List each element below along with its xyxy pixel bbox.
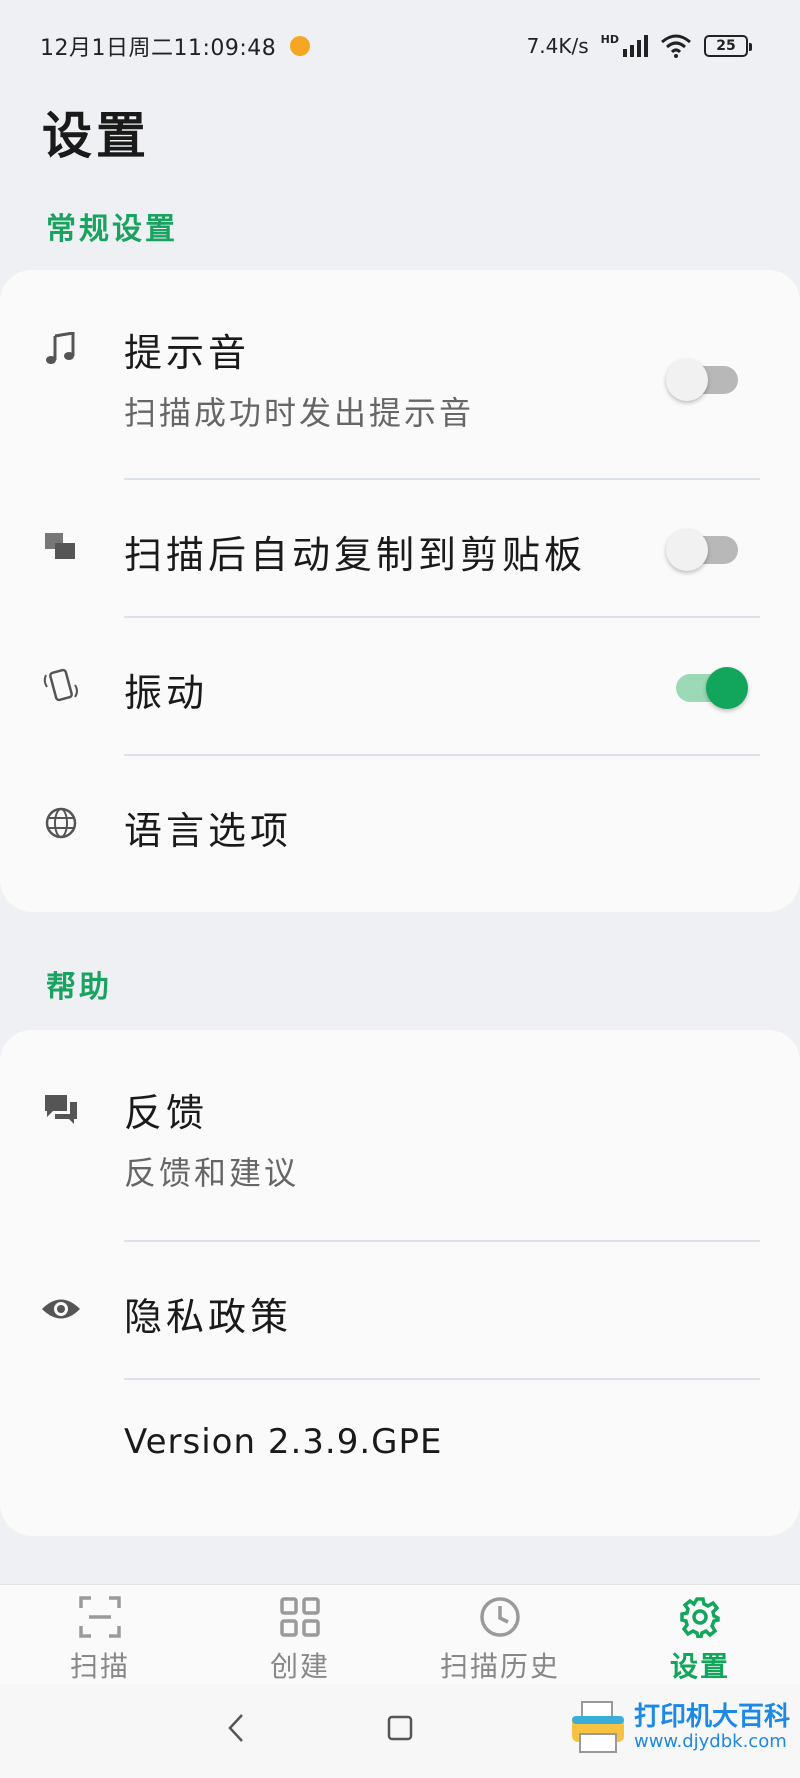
status-right: 7.4K/s HD 25 <box>526 32 752 58</box>
back-icon[interactable] <box>226 1712 246 1748</box>
setting-title-language: 语言选项 <box>124 809 293 853</box>
divider <box>124 1378 760 1380</box>
nav-label-settings: 设置 <box>669 1650 730 1683</box>
setting-row-privacy[interactable]: 隐私政策 <box>0 1242 800 1378</box>
nav-label-scan: 扫描 <box>69 1650 130 1683</box>
copy-icon <box>40 526 82 568</box>
scan-icon <box>79 1595 121 1639</box>
section-label-general: 常规设置 <box>46 212 178 247</box>
watermark-url: www.djydbk.com <box>633 1731 787 1753</box>
music-note-icon <box>40 328 82 370</box>
setting-subtitle-feedback: 反馈和建议 <box>124 1154 300 1192</box>
vibration-icon <box>40 664 82 706</box>
setting-row-language[interactable]: 语言选项 <box>0 756 800 892</box>
nav-item-scan[interactable]: 扫描 <box>0 1595 200 1685</box>
setting-title-auto-copy: 扫描后自动复制到剪贴板 <box>124 533 587 577</box>
globe-icon <box>40 802 82 844</box>
gear-icon <box>679 1595 721 1639</box>
battery-icon: 25 <box>704 35 752 57</box>
hd-badge: HD <box>600 32 619 46</box>
watermark: 打印机大百科 www.djydbk.com <box>568 1700 790 1756</box>
setting-title-privacy: 隐私政策 <box>124 1295 293 1339</box>
setting-row-feedback[interactable]: 反馈 反馈和建议 <box>0 1030 800 1240</box>
help-card: 反馈 反馈和建议 隐私政策 Version 2.3.9.GPE <box>0 1030 800 1536</box>
setting-row-vibration[interactable]: 振动 <box>0 618 800 754</box>
nav-item-settings[interactable]: 设置 <box>600 1595 800 1685</box>
page-title: 设置 <box>42 107 150 165</box>
nav-label-history: 扫描历史 <box>439 1650 560 1683</box>
setting-title-sound: 提示音 <box>124 331 251 375</box>
printer-logo-icon <box>571 1701 624 1753</box>
bottom-nav: 扫描 创建 扫描历史 设置 <box>0 1584 800 1684</box>
setting-title-vibration: 振动 <box>124 671 209 715</box>
nav-item-history[interactable]: 扫描历史 <box>400 1595 600 1685</box>
setting-subtitle-sound: 扫描成功时发出提示音 <box>124 394 475 432</box>
watermark-text: 打印机大百科 <box>633 1701 790 1732</box>
grid-icon <box>279 1595 321 1639</box>
clock-icon <box>479 1595 521 1639</box>
sound-toggle[interactable] <box>666 359 738 401</box>
auto-copy-toggle[interactable] <box>666 529 738 571</box>
nav-item-create[interactable]: 创建 <box>200 1595 400 1685</box>
network-speed: 7.4K/s <box>526 34 589 58</box>
wifi-icon <box>661 34 691 58</box>
status-bar: 12月1日周二11:09:48 7.4K/s HD 25 <box>0 0 800 92</box>
nav-label-create: 创建 <box>269 1650 330 1683</box>
home-icon[interactable] <box>386 1714 414 1746</box>
version-text: Version 2.3.9.GPE <box>124 1422 443 1462</box>
vibration-toggle[interactable] <box>676 667 748 709</box>
setting-title-feedback: 反馈 <box>124 1091 209 1135</box>
notification-dot-icon <box>290 36 311 56</box>
section-label-help: 帮助 <box>46 970 112 1005</box>
setting-row-sound[interactable]: 提示音 扫描成功时发出提示音 <box>0 270 800 478</box>
eye-icon <box>40 1288 82 1330</box>
status-time: 12月1日周二11:09:48 <box>40 36 277 61</box>
signal-icon <box>623 35 648 57</box>
setting-row-auto-copy[interactable]: 扫描后自动复制到剪贴板 <box>0 480 800 616</box>
feedback-icon <box>40 1088 82 1130</box>
general-settings-card: 提示音 扫描成功时发出提示音 扫描后自动复制到剪贴板 振动 语言选项 <box>0 270 800 912</box>
